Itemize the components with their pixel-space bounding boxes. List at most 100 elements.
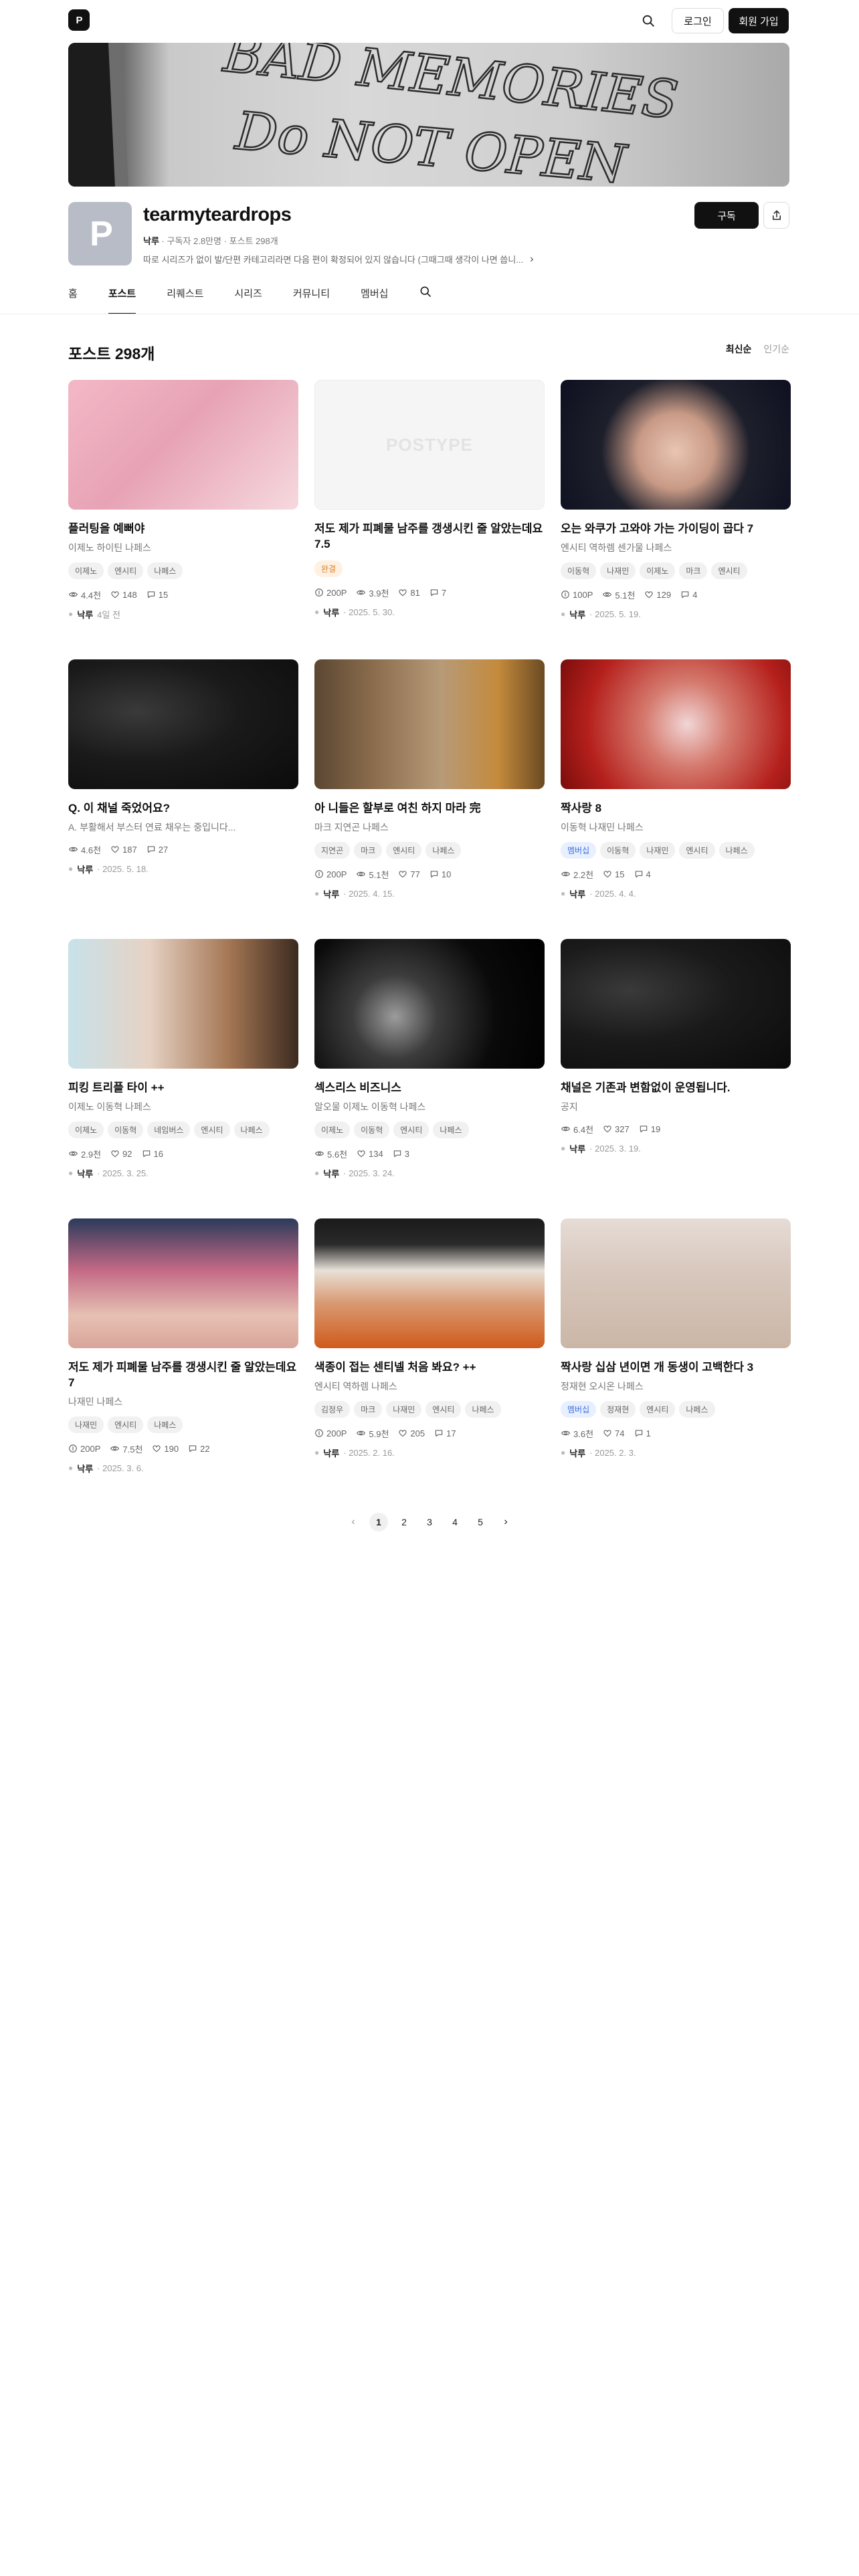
post-thumbnail[interactable] xyxy=(561,380,791,510)
sort-latest[interactable]: 최신순 xyxy=(726,342,752,356)
post-thumbnail[interactable] xyxy=(561,1218,791,1348)
post-title[interactable]: 저도 제가 피폐물 남주를 갱생시킨 줄 알았는데요 7.5 xyxy=(314,522,545,552)
post-thumbnail[interactable] xyxy=(561,659,791,789)
postype-logo[interactable]: P xyxy=(68,9,90,31)
post-tag[interactable]: 이동혁 xyxy=(354,1121,390,1138)
post-tag[interactable]: 나페스 xyxy=(233,1121,270,1138)
post-author[interactable]: 낙루 xyxy=(77,863,93,875)
post-author[interactable]: 낙루 xyxy=(569,1446,585,1459)
post-tag[interactable]: 네임버스 xyxy=(147,1121,191,1138)
post-title[interactable]: 짝사랑 십삼 년이면 개 동생이 고백한다 3 xyxy=(561,1360,791,1376)
channel-avatar[interactable]: P xyxy=(68,202,132,265)
page-button[interactable]: 2 xyxy=(395,1513,413,1531)
post-thumbnail[interactable] xyxy=(68,939,298,1069)
post-tag[interactable]: 이동혁 xyxy=(561,562,597,579)
subscribe-button[interactable]: 구독 xyxy=(694,202,759,229)
post-tag[interactable]: 엔시티 xyxy=(393,1121,430,1138)
prev-page-button[interactable]: ‹ xyxy=(344,1513,363,1531)
post-title[interactable]: 채널은 기존과 변함없이 운영됩니다. xyxy=(561,1081,791,1096)
tab-membership[interactable]: 멤버십 xyxy=(361,281,388,314)
post-tag[interactable]: 엔시티 xyxy=(194,1121,230,1138)
post-tag[interactable]: 이제노 xyxy=(314,1121,351,1138)
post-tag[interactable]: 이제노 xyxy=(640,562,676,579)
tab-search-icon[interactable] xyxy=(419,281,432,314)
post-tag[interactable]: 이제노 xyxy=(68,1121,104,1138)
channel-owner[interactable]: 낙루 xyxy=(143,236,159,246)
post-author[interactable]: 낙루 xyxy=(323,1446,339,1459)
post-tag[interactable]: 나페스 xyxy=(147,562,183,579)
page-button[interactable]: 3 xyxy=(420,1513,439,1531)
post-card[interactable]: 색종이 접는 센티넬 처음 봐요? ++ 엔시티 역하렘 나페스 김정우 마크 나재민 엔… xyxy=(314,1218,545,1459)
signup-button[interactable]: 회원 가입 xyxy=(729,8,789,33)
post-card[interactable]: 섹스리스 비즈니스 알오물 이제노 이동혁 나페스 이제노 이동혁 엔시티 나페스 5.6천… xyxy=(314,939,545,1180)
post-tag[interactable]: 이동혁 xyxy=(108,1121,144,1138)
post-author[interactable]: 낙루 xyxy=(323,606,339,619)
page-button[interactable]: 4 xyxy=(446,1513,464,1531)
post-card[interactable]: 아 니들은 할부로 여친 하지 마라 完 마크 지연곤 나페스 지연곤 마크 엔시티 나페… xyxy=(314,659,545,900)
sort-popular[interactable]: 인기순 xyxy=(763,342,789,356)
post-card[interactable]: Q. 이 채널 죽었어요? A. 부활해서 부스터 연료 채우는 중입니다... 4… xyxy=(68,659,298,875)
post-title[interactable]: 섹스리스 비즈니스 xyxy=(314,1081,545,1096)
post-title[interactable]: 아 니들은 할부로 여친 하지 마라 完 xyxy=(314,801,545,817)
page-button[interactable]: 1 xyxy=(369,1513,388,1531)
post-tag[interactable]: 엔시티 xyxy=(108,562,144,579)
tab-community[interactable]: 커뮤니티 xyxy=(293,281,330,314)
post-tag[interactable]: 김정우 xyxy=(314,1400,351,1418)
login-button[interactable]: 로그인 xyxy=(672,8,724,33)
post-thumbnail[interactable]: POSTYPE xyxy=(314,380,545,510)
post-author[interactable]: 낙루 xyxy=(323,1167,339,1180)
post-thumbnail[interactable] xyxy=(314,939,545,1069)
post-tag[interactable]: 나재민 xyxy=(640,841,676,859)
post-tag[interactable]: 엔시티 xyxy=(425,1400,462,1418)
post-title[interactable]: 저도 제가 피폐물 남주를 갱생시킨 줄 알았는데요 7 xyxy=(68,1360,298,1391)
post-card[interactable]: 피킹 트리플 타이 ++ 이제노 이동혁 나페스 이제노 이동혁 네임버스 엔시티 나페스 2… xyxy=(68,939,298,1180)
post-tag[interactable]: 완결 xyxy=(314,560,343,577)
post-tag[interactable]: 엔시티 xyxy=(386,841,422,859)
post-card[interactable]: 채널은 기존과 변함없이 운영됩니다. 공지 6.4천 327 19 ● 낙루 · 2025.… xyxy=(561,939,791,1155)
post-title[interactable]: Q. 이 채널 죽었어요? xyxy=(68,801,298,817)
post-tag[interactable]: 멤버십 xyxy=(561,841,597,859)
tab-series[interactable]: 시리즈 xyxy=(234,281,262,314)
post-thumbnail[interactable] xyxy=(68,659,298,789)
tab-posts[interactable]: 포스트 xyxy=(108,281,136,314)
post-tag[interactable]: 이제노 xyxy=(68,562,104,579)
post-card[interactable]: POSTYPE 저도 제가 피폐물 남주를 갱생시킨 줄 알았는데요 7.5 완결 2… xyxy=(314,380,545,619)
share-button[interactable] xyxy=(763,202,789,229)
post-title[interactable]: 색종이 접는 센티넬 처음 봐요? ++ xyxy=(314,1360,545,1376)
post-thumbnail[interactable] xyxy=(68,1218,298,1348)
post-tag[interactable]: 엔시티 xyxy=(711,562,747,579)
post-tag[interactable]: 멤버십 xyxy=(561,1400,597,1418)
post-author[interactable]: 낙루 xyxy=(77,608,93,621)
post-tag[interactable]: 나재민 xyxy=(386,1400,422,1418)
post-title[interactable]: 짝사랑 8 xyxy=(561,801,791,817)
next-page-button[interactable]: › xyxy=(496,1513,515,1531)
post-tag[interactable]: 나페스 xyxy=(719,841,755,859)
post-tag[interactable]: 정재현 xyxy=(600,1400,636,1418)
post-tag[interactable]: 이동혁 xyxy=(600,841,636,859)
tab-home[interactable]: 홈 xyxy=(68,281,78,314)
post-tag[interactable]: 엔시티 xyxy=(108,1416,144,1433)
post-card[interactable]: 오는 와쿠가 고와야 가는 가이딩이 곱다 7 엔시티 역하렘 센가물 나페스 이동… xyxy=(561,380,791,621)
post-tag[interactable]: 나재민 xyxy=(68,1416,104,1433)
page-button[interactable]: 5 xyxy=(471,1513,490,1531)
post-tag[interactable]: 마크 xyxy=(679,562,708,579)
search-icon[interactable] xyxy=(638,11,658,31)
post-tag[interactable]: 나페스 xyxy=(679,1400,715,1418)
post-author[interactable]: 낙루 xyxy=(569,608,585,621)
post-tag[interactable]: 나재민 xyxy=(600,562,636,579)
post-tag[interactable]: 마크 xyxy=(354,1400,383,1418)
post-tag[interactable]: 나페스 xyxy=(425,841,462,859)
post-card[interactable]: 짝사랑 십삼 년이면 개 동생이 고백한다 3 정재현 오시온 나페스 멤버십 정재현… xyxy=(561,1218,791,1459)
post-tag[interactable]: 마크 xyxy=(354,841,383,859)
post-author[interactable]: 낙루 xyxy=(323,887,339,900)
post-title[interactable]: 피킹 트리플 타이 ++ xyxy=(68,1081,298,1096)
post-tag[interactable]: 나페스 xyxy=(147,1416,183,1433)
post-author[interactable]: 낙루 xyxy=(77,1167,93,1180)
post-card[interactable]: 플러팅을 예뻐야 이제노 하이틴 나페스 이제노 엔시티 나페스 4.4천 148 15 ● 낙루… xyxy=(68,380,298,621)
post-author[interactable]: 낙루 xyxy=(569,1142,585,1155)
tab-requests[interactable]: 리퀘스트 xyxy=(167,281,203,314)
post-tag[interactable]: 나페스 xyxy=(433,1121,469,1138)
post-author[interactable]: 낙루 xyxy=(77,1462,93,1475)
post-card[interactable]: 짝사랑 8 이동혁 나재민 나페스 멤버십 이동혁 나재민 엔시티 나페스 2.2천 15 4 ● 낙… xyxy=(561,659,791,900)
post-thumbnail[interactable] xyxy=(561,939,791,1069)
